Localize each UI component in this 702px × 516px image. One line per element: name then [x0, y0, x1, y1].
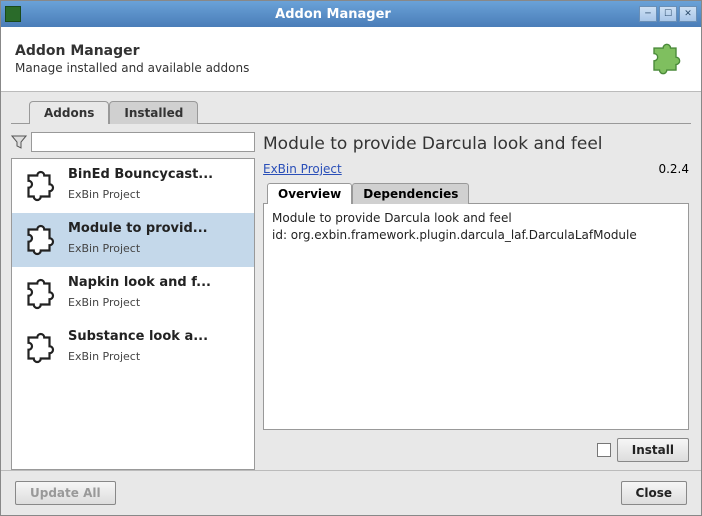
tab-installed[interactable]: Installed: [109, 101, 198, 124]
addon-icon: [18, 273, 60, 315]
item-subtitle: ExBin Project: [68, 350, 248, 363]
install-checkbox[interactable]: [597, 443, 611, 457]
overview-line: Module to provide Darcula look and feel: [272, 210, 680, 227]
tab-addons[interactable]: Addons: [29, 101, 109, 124]
close-window-button[interactable]: ✕: [679, 6, 697, 22]
search-input[interactable]: [31, 132, 255, 152]
list-item[interactable]: Napkin look and f... ExBin Project: [12, 267, 254, 321]
addon-icon: [18, 219, 60, 261]
close-button[interactable]: Close: [621, 481, 687, 505]
minimize-button[interactable]: ─: [639, 6, 657, 22]
left-panel: BinEd Bouncycast... ExBin Project Module…: [11, 130, 255, 470]
item-title: Module to provid...: [68, 221, 248, 236]
install-button[interactable]: Install: [617, 438, 689, 462]
overview-content: Module to provide Darcula look and feel …: [263, 203, 689, 430]
item-subtitle: ExBin Project: [68, 296, 248, 309]
maximize-button[interactable]: ☐: [659, 6, 677, 22]
tab-dependencies[interactable]: Dependencies: [352, 183, 469, 204]
list-item[interactable]: Substance look a... ExBin Project: [12, 321, 254, 375]
item-title: BinEd Bouncycast...: [68, 167, 248, 182]
titlebar[interactable]: Addon Manager ─ ☐ ✕: [1, 1, 701, 27]
item-subtitle: ExBin Project: [68, 242, 248, 255]
version-label: 0.2.4: [658, 162, 689, 176]
list-item[interactable]: Module to provid... ExBin Project: [12, 213, 254, 267]
addon-manager-window: Addon Manager ─ ☐ ✕ Addon Manager Manage…: [0, 0, 702, 516]
app-icon: [5, 6, 21, 22]
main-tabs: Addons Installed: [1, 92, 701, 123]
update-all-button[interactable]: Update All: [15, 481, 116, 505]
header: Addon Manager Manage installed and avail…: [1, 27, 701, 92]
detail-title: Module to provide Darcula look and feel: [263, 134, 689, 154]
overview-line: id: org.exbin.framework.plugin.darcula_l…: [272, 227, 680, 244]
header-title: Addon Manager: [15, 43, 249, 59]
project-link[interactable]: ExBin Project: [263, 162, 342, 176]
addon-list[interactable]: BinEd Bouncycast... ExBin Project Module…: [11, 158, 255, 470]
addon-icon: [18, 165, 60, 207]
footer: Update All Close: [1, 470, 701, 515]
item-subtitle: ExBin Project: [68, 188, 248, 201]
filter-icon[interactable]: [11, 134, 27, 150]
item-title: Substance look a...: [68, 329, 248, 344]
item-title: Napkin look and f...: [68, 275, 248, 290]
list-item[interactable]: BinEd Bouncycast... ExBin Project: [12, 159, 254, 213]
tab-overview[interactable]: Overview: [267, 183, 352, 204]
detail-tabs: Overview Dependencies: [267, 182, 689, 203]
detail-panel: Module to provide Darcula look and feel …: [263, 130, 691, 470]
window-title: Addon Manager: [27, 7, 639, 22]
puzzle-icon: [643, 37, 687, 81]
addon-icon: [18, 327, 60, 369]
header-subtitle: Manage installed and available addons: [15, 61, 249, 75]
